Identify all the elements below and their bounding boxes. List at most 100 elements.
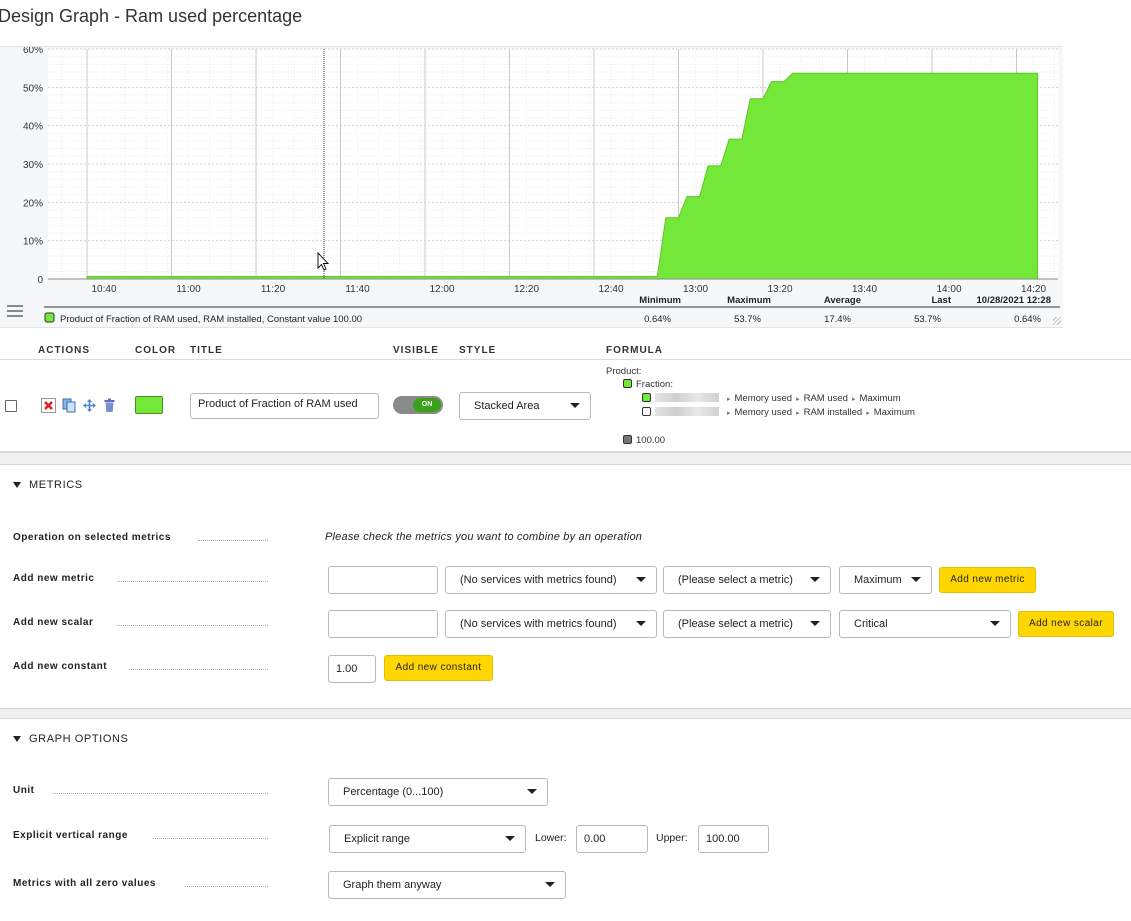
metric-select[interactable]: (Please select a metric): [663, 566, 831, 594]
page-title: Design Graph - Ram used percentage: [0, 6, 303, 26]
y-tick-label: 30%: [23, 160, 43, 171]
operation-label: Operation on selected metrics: [13, 532, 268, 543]
scalar-type-select-value: Critical: [854, 618, 888, 630]
col-style: STYLE: [459, 345, 497, 356]
lower-input[interactable]: 0.00: [576, 825, 648, 853]
formula-line-1: ▸ Memory used ▸ RAM used ▸ Maximum: [642, 393, 901, 404]
stats-header: Last: [931, 295, 951, 306]
scalar-service-select-value: (No services with metrics found): [460, 618, 617, 630]
trash-icon[interactable]: [102, 398, 117, 413]
formula-fraction-label: Fraction:: [636, 379, 673, 390]
formula-product-label: Product:: [606, 366, 642, 377]
add-scalar-button[interactable]: Add new scalar: [1018, 611, 1114, 637]
clone-icon[interactable]: [62, 398, 77, 413]
line2-consolidation: Maximum: [873, 407, 915, 418]
y-tick-label: 0: [37, 275, 43, 286]
divider: [0, 359, 1131, 360]
legend-value: 53.7%: [734, 314, 761, 325]
unit-select-value: Percentage (0...100): [343, 786, 444, 798]
arrow-icon: ▸: [851, 396, 856, 403]
legend-label: Product of Fraction of RAM used, RAM ins…: [60, 314, 362, 325]
x-tick-label: 13:40: [852, 284, 877, 295]
x-tick-label: 13:00: [683, 284, 708, 295]
legend-swatch: [44, 312, 55, 323]
scalar-metric-select[interactable]: (Please select a metric): [663, 610, 831, 638]
section-band: [0, 452, 1131, 465]
operation-hint: Please check the metrics you want to com…: [325, 531, 643, 543]
host-input[interactable]: [328, 566, 438, 594]
upper-input[interactable]: 100.00: [698, 825, 769, 853]
stats-header: 10/28/2021 12:28: [977, 295, 1051, 306]
series-color-swatch[interactable]: [135, 396, 163, 414]
y-tick-label: 40%: [23, 122, 43, 133]
vertical-range-select[interactable]: Explicit range: [329, 825, 526, 853]
add-constant-button[interactable]: Add new constant: [384, 655, 493, 681]
line1-color-box: [642, 393, 651, 402]
zero-values-select[interactable]: Graph them anyway: [328, 871, 566, 899]
graph-menu-icon[interactable]: [7, 305, 23, 317]
unit-select[interactable]: Percentage (0...100): [328, 778, 548, 806]
formula-constant: 100.00: [623, 435, 665, 446]
unit-label: Unit: [13, 785, 268, 796]
scalar-service-select[interactable]: (No services with metrics found): [445, 610, 657, 638]
line1-consolidation: Maximum: [859, 393, 901, 404]
graph-options-heading: GRAPH OPTIONS: [29, 733, 129, 745]
col-title: TITLE: [190, 345, 223, 356]
ram-graph[interactable]: 60% 50% 40% 30% 20% 10% 0 10:40 11:00 11:20 11:40 1…: [0, 47, 1063, 329]
visible-toggle[interactable]: ON: [393, 396, 443, 414]
metric-select-value: (Please select a metric): [678, 574, 793, 586]
stats-header: Minimum: [639, 295, 681, 306]
y-tick-label: 60%: [23, 47, 43, 56]
col-formula: FORMULA: [606, 345, 663, 356]
vertical-range-label: Explicit vertical range: [13, 830, 268, 841]
consolidation-select[interactable]: Maximum: [839, 566, 932, 594]
legend-value: 17.4%: [824, 314, 851, 325]
resize-grip-icon[interactable]: [1053, 317, 1061, 325]
line1-service: Memory used: [734, 393, 793, 404]
constant-input[interactable]: 1.00: [328, 655, 376, 683]
graph-options-section-toggle[interactable]: GRAPH OPTIONS: [13, 733, 128, 745]
y-tick-label: 20%: [23, 198, 43, 209]
redacted-hostname: [655, 407, 719, 416]
style-select[interactable]: Stacked Area: [459, 392, 591, 420]
scalar-host-input[interactable]: [328, 610, 438, 638]
move-icon[interactable]: [82, 398, 97, 413]
stats-header: Average: [824, 295, 861, 306]
service-select-value: (No services with metrics found): [460, 574, 617, 586]
service-select[interactable]: (No services with metrics found): [445, 566, 657, 594]
add-metric-label: Add new metric: [13, 573, 268, 584]
x-tick-label: 14:20: [1021, 284, 1046, 295]
x-tick-label: 10:40: [91, 284, 116, 295]
arrow-icon: ▸: [727, 410, 731, 417]
vertical-range-select-value: Explicit range: [344, 833, 411, 845]
x-tick-label: 12:00: [429, 284, 454, 295]
constant-color-box: [623, 435, 632, 444]
x-tick-label: 12:40: [598, 284, 623, 295]
graph-panel: 60% 50% 40% 30% 20% 10% 0 10:40 11:00 11:20 11:40 1…: [0, 46, 1063, 328]
x-tick-label: 11:20: [261, 284, 286, 295]
section-band: [0, 708, 1131, 719]
collapse-triangle-icon: [13, 482, 21, 488]
line2-metric: RAM installed: [803, 407, 863, 418]
delete-icon[interactable]: [41, 398, 56, 413]
collapse-triangle-icon: [13, 736, 21, 742]
add-metric-button[interactable]: Add new metric: [939, 567, 1036, 593]
y-tick-label: 10%: [23, 237, 43, 248]
legend-value: 0.64%: [1014, 314, 1041, 325]
x-tick-label: 13:20: [767, 284, 792, 295]
col-actions: ACTIONS: [38, 345, 90, 356]
x-tick-label: 11:00: [176, 284, 201, 295]
line2-service: Memory used: [734, 407, 793, 418]
metric-select-checkbox[interactable]: [5, 400, 17, 412]
legend-value: 53.7%: [914, 314, 941, 325]
scalar-type-select[interactable]: Critical: [839, 610, 1011, 638]
y-tick-label: 50%: [23, 83, 43, 94]
scalar-metric-select-value: (Please select a metric): [678, 618, 793, 630]
metrics-section-toggle[interactable]: METRICS: [13, 479, 83, 491]
arrow-icon: ▸: [727, 396, 731, 403]
series-title-input[interactable]: Product of Fraction of RAM used: [190, 393, 379, 419]
line1-metric: RAM used: [803, 393, 848, 404]
consolidation-select-value: Maximum: [854, 574, 902, 586]
metrics-heading: METRICS: [29, 479, 83, 491]
line2-color-box: [642, 407, 651, 416]
